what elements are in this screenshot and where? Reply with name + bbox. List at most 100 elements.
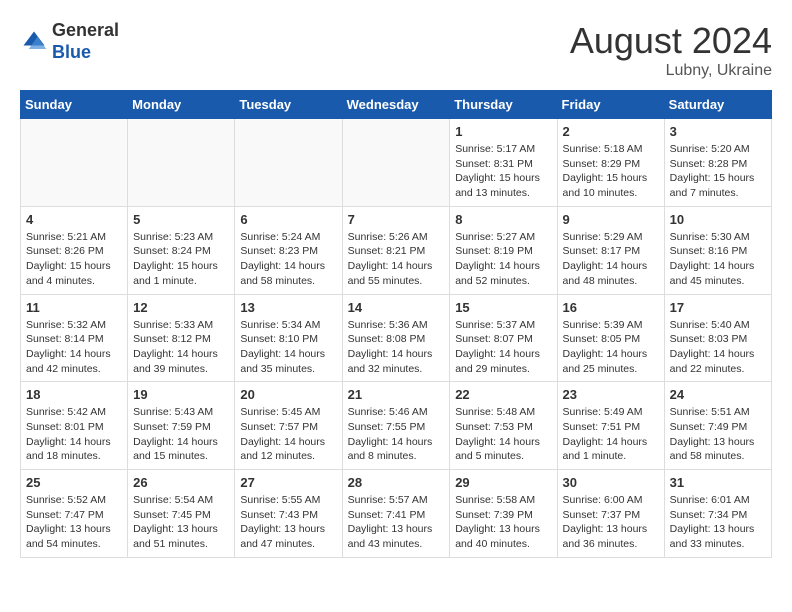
day-info: Sunrise: 5:40 AMSunset: 8:03 PMDaylight:… (670, 318, 766, 377)
calendar-day-cell: 16 Sunrise: 5:39 AMSunset: 8:05 PMDayligh… (557, 294, 664, 382)
calendar-day-cell: 17 Sunrise: 5:40 AMSunset: 8:03 PMDayligh… (664, 294, 771, 382)
calendar-day-cell: 6 Sunrise: 5:24 AMSunset: 8:23 PMDaylight… (235, 206, 342, 294)
day-number: 16 (563, 300, 659, 315)
calendar-week-row: 11 Sunrise: 5:32 AMSunset: 8:14 PMDayligh… (21, 294, 772, 382)
day-number: 28 (348, 475, 445, 490)
day-info: Sunrise: 5:24 AMSunset: 8:23 PMDaylight:… (240, 230, 336, 289)
calendar-table: SundayMondayTuesdayWednesdayThursdayFrid… (20, 90, 772, 558)
day-info: Sunrise: 5:39 AMSunset: 8:05 PMDaylight:… (563, 318, 659, 377)
day-number: 8 (455, 212, 551, 227)
calendar-header-row: SundayMondayTuesdayWednesdayThursdayFrid… (21, 91, 772, 119)
calendar-day-cell: 28 Sunrise: 5:57 AMSunset: 7:41 PMDayligh… (342, 470, 450, 558)
day-number: 26 (133, 475, 229, 490)
calendar-day-cell: 15 Sunrise: 5:37 AMSunset: 8:07 PMDayligh… (450, 294, 557, 382)
day-info: Sunrise: 5:46 AMSunset: 7:55 PMDaylight:… (348, 405, 445, 464)
calendar-day-cell: 7Sunrise: 5:26 AMSunset: 8:21 PMDaylight… (342, 206, 450, 294)
day-info: Sunrise: 5:23 AMSunset: 8:24 PMDaylight:… (133, 230, 229, 289)
day-number: 18 (26, 387, 122, 402)
day-number: 23 (563, 387, 659, 402)
calendar-day-cell: 2 Sunrise: 5:18 AMSunset: 8:29 PMDaylight… (557, 119, 664, 207)
calendar-day-cell: 13 Sunrise: 5:34 AMSunset: 8:10 PMDayligh… (235, 294, 342, 382)
calendar-day-cell: 14 Sunrise: 5:36 AMSunset: 8:08 PMDayligh… (342, 294, 450, 382)
day-info: Sunrise: 5:57 AMSunset: 7:41 PMDaylight:… (348, 493, 445, 552)
day-info: Sunrise: 5:34 AMSunset: 8:10 PMDaylight:… (240, 318, 336, 377)
calendar-day-cell: 4 Sunrise: 5:21 AMSunset: 8:26 PMDaylight… (21, 206, 128, 294)
day-info: Sunrise: 6:01 AMSunset: 7:34 PMDaylight:… (670, 493, 766, 552)
logo-blue: Blue (52, 42, 91, 62)
calendar-day-cell: 25Sunrise: 5:52 AMSunset: 7:47 PMDayligh… (21, 470, 128, 558)
calendar-day-cell: 29Sunrise: 5:58 AMSunset: 7:39 PMDayligh… (450, 470, 557, 558)
day-number: 22 (455, 387, 551, 402)
calendar-day-cell: 18 Sunrise: 5:42 AMSunset: 8:01 PMDayligh… (21, 382, 128, 470)
calendar-week-row: 18 Sunrise: 5:42 AMSunset: 8:01 PMDayligh… (21, 382, 772, 470)
day-info: Sunrise: 5:32 AMSunset: 8:14 PMDaylight:… (26, 318, 122, 377)
day-number: 14 (348, 300, 445, 315)
day-number: 6 (240, 212, 336, 227)
calendar-day-cell: 21 Sunrise: 5:46 AMSunset: 7:55 PMDayligh… (342, 382, 450, 470)
day-number: 30 (563, 475, 659, 490)
day-of-week-header: Tuesday (235, 91, 342, 119)
day-info: Sunrise: 5:51 AMSunset: 7:49 PMDaylight:… (670, 405, 766, 464)
day-number: 1 (455, 124, 551, 139)
calendar-day-cell: 1 Sunrise: 5:17 AMSunset: 8:31 PMDaylight… (450, 119, 557, 207)
day-number: 12 (133, 300, 229, 315)
day-number: 17 (670, 300, 766, 315)
day-of-week-header: Friday (557, 91, 664, 119)
day-number: 2 (563, 124, 659, 139)
day-number: 31 (670, 475, 766, 490)
day-number: 29 (455, 475, 551, 490)
day-info: Sunrise: 5:52 AMSunset: 7:47 PMDaylight:… (26, 493, 122, 552)
calendar-week-row: 25Sunrise: 5:52 AMSunset: 7:47 PMDayligh… (21, 470, 772, 558)
day-of-week-header: Sunday (21, 91, 128, 119)
day-number: 11 (26, 300, 122, 315)
day-info: Sunrise: 5:48 AMSunset: 7:53 PMDaylight:… (455, 405, 551, 464)
day-info: Sunrise: 5:43 AMSunset: 7:59 PMDaylight:… (133, 405, 229, 464)
logo-icon (20, 28, 48, 56)
day-number: 20 (240, 387, 336, 402)
calendar-day-cell (342, 119, 450, 207)
month-year: August 2024 (570, 20, 772, 62)
day-number: 10 (670, 212, 766, 227)
day-info: Sunrise: 5:17 AMSunset: 8:31 PMDaylight:… (455, 142, 551, 201)
day-number: 15 (455, 300, 551, 315)
calendar-day-cell: 31 Sunrise: 6:01 AMSunset: 7:34 PMDayligh… (664, 470, 771, 558)
day-number: 4 (26, 212, 122, 227)
calendar-day-cell: 12 Sunrise: 5:33 AMSunset: 8:12 PMDayligh… (128, 294, 235, 382)
title-block: August 2024 Lubny, Ukraine (570, 20, 772, 80)
day-info: Sunrise: 5:30 AMSunset: 8:16 PMDaylight:… (670, 230, 766, 289)
logo: General Blue (20, 20, 119, 63)
calendar-day-cell: 10 Sunrise: 5:30 AMSunset: 8:16 PMDayligh… (664, 206, 771, 294)
page-header: General Blue August 2024 Lubny, Ukraine (20, 20, 772, 80)
day-info: Sunrise: 5:37 AMSunset: 8:07 PMDaylight:… (455, 318, 551, 377)
day-of-week-header: Thursday (450, 91, 557, 119)
day-info: Sunrise: 5:55 AMSunset: 7:43 PMDaylight:… (240, 493, 336, 552)
calendar-day-cell: 23 Sunrise: 5:49 AMSunset: 7:51 PMDayligh… (557, 382, 664, 470)
day-info: Sunrise: 5:21 AMSunset: 8:26 PMDaylight:… (26, 230, 122, 289)
day-number: 19 (133, 387, 229, 402)
day-info: Sunrise: 5:20 AMSunset: 8:28 PMDaylight:… (670, 142, 766, 201)
day-info: Sunrise: 5:18 AMSunset: 8:29 PMDaylight:… (563, 142, 659, 201)
calendar-week-row: 4 Sunrise: 5:21 AMSunset: 8:26 PMDaylight… (21, 206, 772, 294)
day-info: Sunrise: 5:54 AMSunset: 7:45 PMDaylight:… (133, 493, 229, 552)
calendar-day-cell: 8Sunrise: 5:27 AMSunset: 8:19 PMDaylight… (450, 206, 557, 294)
day-info: Sunrise: 5:49 AMSunset: 7:51 PMDaylight:… (563, 405, 659, 464)
calendar-day-cell: 26 Sunrise: 5:54 AMSunset: 7:45 PMDayligh… (128, 470, 235, 558)
day-info: Sunrise: 5:42 AMSunset: 8:01 PMDaylight:… (26, 405, 122, 464)
day-info: Sunrise: 5:26 AMSunset: 8:21 PMDaylight:… (348, 230, 445, 289)
logo-general: General (52, 20, 119, 40)
day-number: 13 (240, 300, 336, 315)
logo-text: General Blue (52, 20, 119, 63)
day-number: 9 (563, 212, 659, 227)
calendar-day-cell: 3Sunrise: 5:20 AMSunset: 8:28 PMDaylight… (664, 119, 771, 207)
day-of-week-header: Wednesday (342, 91, 450, 119)
day-number: 24 (670, 387, 766, 402)
day-of-week-header: Saturday (664, 91, 771, 119)
day-info: Sunrise: 5:33 AMSunset: 8:12 PMDaylight:… (133, 318, 229, 377)
day-info: Sunrise: 5:29 AMSunset: 8:17 PMDaylight:… (563, 230, 659, 289)
calendar-day-cell: 11 Sunrise: 5:32 AMSunset: 8:14 PMDayligh… (21, 294, 128, 382)
calendar-day-cell: 22 Sunrise: 5:48 AMSunset: 7:53 PMDayligh… (450, 382, 557, 470)
calendar-day-cell: 30Sunrise: 6:00 AMSunset: 7:37 PMDayligh… (557, 470, 664, 558)
day-info: Sunrise: 5:36 AMSunset: 8:08 PMDaylight:… (348, 318, 445, 377)
day-number: 21 (348, 387, 445, 402)
location: Lubny, Ukraine (570, 62, 772, 80)
